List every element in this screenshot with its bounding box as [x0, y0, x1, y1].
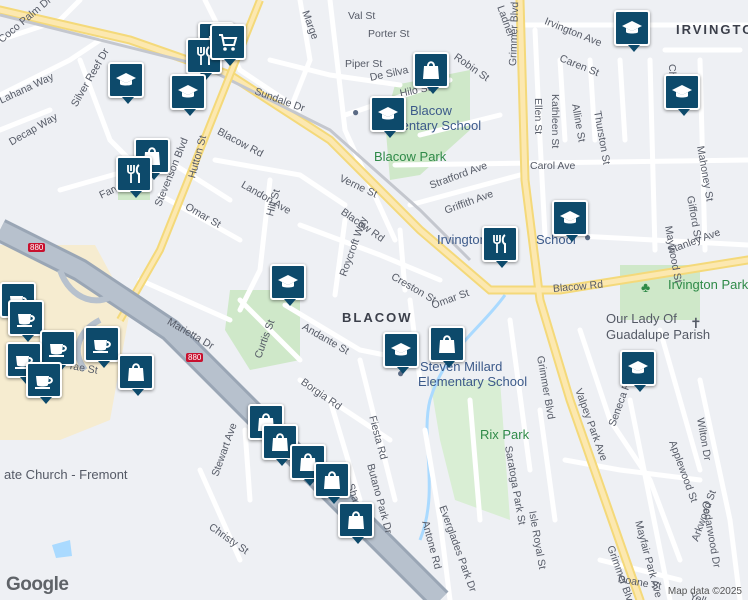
school-icon: [558, 206, 582, 230]
street-label-porter-st: Porter St: [368, 28, 410, 40]
map-canvas[interactable]: 880 880 Val St Porter St Piper St De Silva H…: [0, 0, 748, 600]
cart-icon: [216, 30, 240, 54]
school-dot-icon: ●: [352, 105, 360, 119]
poi-pin-shop-millard[interactable]: [429, 326, 465, 368]
school-icon: [626, 356, 650, 380]
poi-pin-cafe-3[interactable]: [40, 330, 76, 372]
poi-pin-shop-mall[interactable]: [118, 354, 154, 396]
school-icon: [389, 338, 413, 362]
cafe-icon: [90, 332, 114, 356]
school-icon: [276, 270, 300, 294]
school-icon: [670, 80, 694, 104]
street-label-grimmer-blvd-1: Grimmer Blvd: [507, 1, 522, 67]
poi-pin-school-chapel[interactable]: [664, 74, 700, 116]
park-label-rix[interactable]: Rix Park: [480, 427, 529, 442]
restaurant-icon: [122, 162, 146, 186]
school-label-irvington-1[interactable]: Irvington: [437, 232, 487, 247]
poi-pin-school-millard[interactable]: [383, 332, 419, 374]
cafe-icon: [32, 368, 56, 392]
street-label-carol-ave: Carol Ave: [530, 160, 576, 172]
church-cross-icon: ✝: [690, 315, 702, 331]
school-icon: [114, 68, 138, 92]
street-label-piper-st: Piper St: [345, 58, 383, 70]
poi-pin-school-top-left[interactable]: [108, 62, 144, 104]
school-icon: [620, 16, 644, 40]
poi-pin-school-irvington-top[interactable]: [614, 10, 650, 52]
poi-pin-school-hill[interactable]: [270, 264, 306, 306]
poi-pin-school-seneca[interactable]: [620, 350, 656, 392]
shopping-bag-icon: [419, 58, 443, 82]
park-tree-icon: ♣: [641, 279, 651, 295]
church-label-our-lady-1[interactable]: Our Lady Of: [606, 311, 677, 326]
cafe-icon: [46, 336, 70, 360]
shopping-bag-icon: [435, 332, 459, 356]
poi-pin-shop-desilva[interactable]: [413, 52, 449, 94]
shopping-bag-icon: [320, 468, 344, 492]
poi-pin-cafe-4[interactable]: [84, 326, 120, 368]
i880-shield: 880: [186, 353, 204, 362]
school-icon: [376, 102, 400, 126]
poi-pin-school-left[interactable]: [170, 74, 206, 116]
park-label-blacow[interactable]: Blacow Park: [374, 149, 446, 164]
shopping-bag-icon: [344, 508, 368, 532]
shopping-bag-icon: [268, 430, 292, 454]
school-icon: [176, 80, 200, 104]
park-label-irvington[interactable]: Irvington Park: [668, 277, 748, 292]
google-logo: Google: [6, 574, 69, 595]
poi-pin-restaurant-farwell[interactable]: [116, 156, 152, 198]
church-label-fremont[interactable]: ate Church - Fremont: [4, 467, 128, 482]
street-label-ellen-st: Ellen St: [532, 98, 544, 135]
i880-shield: 880: [28, 243, 46, 252]
street-label-kathleen-st: Kathleen St: [549, 94, 561, 149]
shopping-bag-icon: [124, 360, 148, 384]
poi-pin-shop-stewart-4[interactable]: [314, 462, 350, 504]
school-label-blacow-1[interactable]: Blacow: [410, 103, 452, 118]
map-data-credit[interactable]: Map data ©2025: [668, 586, 742, 597]
neighborhood-label-blacow: BLACOW: [342, 310, 413, 325]
cafe-icon: [14, 306, 38, 330]
school-label-millard-2[interactable]: Elementary School: [418, 374, 527, 389]
poi-pin-cafe-2[interactable]: [8, 300, 44, 342]
poi-pin-shop-stewart-5[interactable]: [338, 502, 374, 544]
restaurant-icon: [488, 232, 512, 256]
neighborhood-label-irvington: IRVINGTON: [676, 22, 748, 37]
street-label-val-st: Val St: [348, 10, 376, 22]
poi-pin-cafe-6[interactable]: [26, 362, 62, 404]
poi-pin-school-blacow[interactable]: [370, 96, 406, 138]
poi-pin-restaurant-irvington[interactable]: [482, 226, 518, 268]
poi-pin-cart-top[interactable]: [210, 24, 246, 66]
poi-pin-school-irvington[interactable]: [552, 200, 588, 242]
